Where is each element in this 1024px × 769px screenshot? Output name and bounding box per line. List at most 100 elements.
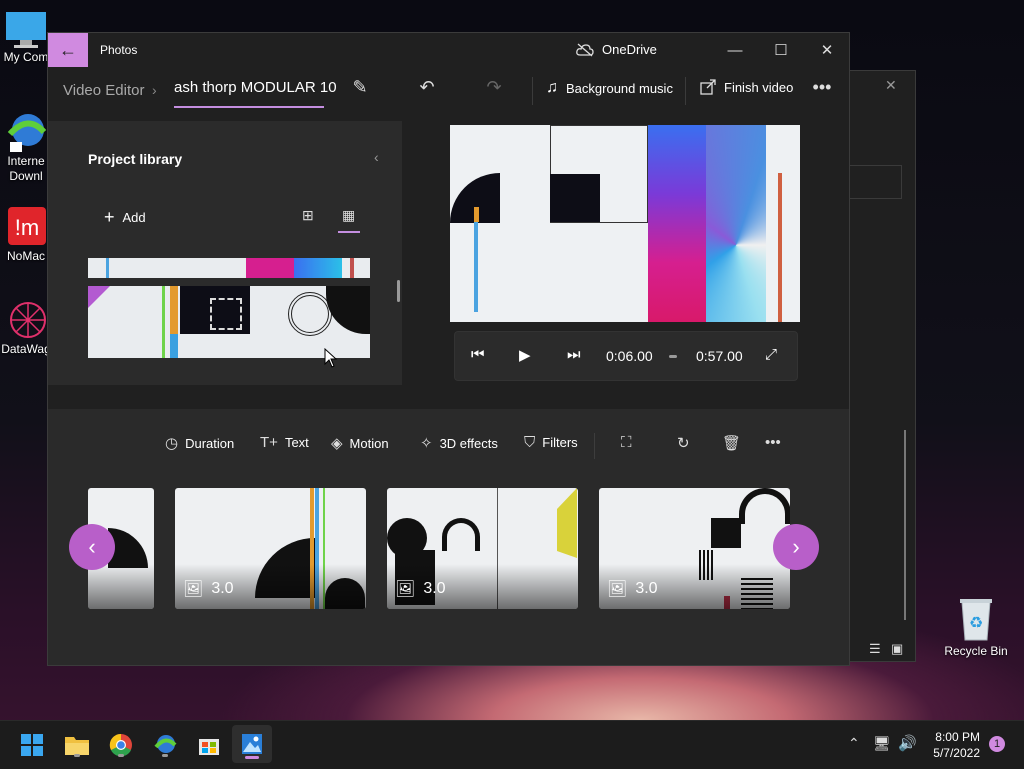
cloud-off-icon [576, 43, 594, 56]
back-button[interactable]: ← [48, 33, 88, 67]
image-icon: 🖼 [183, 581, 204, 598]
background-music-button[interactable]: ♫ Background music [546, 79, 673, 97]
running-indicator [118, 754, 124, 757]
window-scrollbar[interactable] [904, 430, 906, 620]
project-name-field[interactable]: ash thorp MODULAR 10 [174, 79, 337, 96]
storyboard-clip[interactable]: 🖼 3.0 [175, 488, 366, 609]
redo-icon: ↷ [486, 77, 502, 97]
onedrive-status[interactable]: OneDrive [576, 42, 657, 57]
taskbar-chrome[interactable] [105, 729, 137, 761]
delete-button[interactable]: 🗑 [722, 434, 741, 452]
add-button[interactable]: + Add [104, 207, 146, 228]
taskbar-microsoft-store[interactable] [193, 729, 225, 761]
motion-label: Motion [349, 435, 389, 451]
clip-duration: 🖼 3.0 [183, 579, 234, 599]
minimize-icon: — [727, 41, 743, 59]
arrow-left-icon: ← [59, 39, 77, 60]
clock-time: 8:00 PM [935, 730, 980, 744]
project-library-title: Project library [88, 151, 183, 167]
library-thumbnail[interactable] [88, 258, 370, 278]
rotate-button[interactable]: ↻ [677, 434, 690, 452]
minimize-button[interactable]: — [712, 33, 758, 67]
start-button[interactable] [16, 729, 48, 761]
play-button[interactable]: ▶ [519, 346, 531, 364]
system-clock[interactable]: 8:00 PM 5/7/2022 [924, 729, 980, 761]
more-options-button[interactable]: ••• [807, 77, 837, 98]
running-indicator [74, 754, 80, 757]
notification-badge[interactable]: 1 [989, 736, 1005, 752]
total-time: 0:57.00 [696, 348, 743, 364]
desktop-icon-internet-download[interactable]: Interne Downl [0, 110, 52, 184]
clip-duration-label: 3.0 [211, 580, 234, 597]
clip-duration-label: 3.0 [423, 580, 446, 597]
scroll-left-button[interactable]: ‹ [69, 524, 115, 570]
toolbar-divider [685, 77, 686, 105]
previous-frame-button[interactable]: ⏮ [471, 346, 485, 363]
taskbar-internet-download-manager[interactable] [149, 729, 181, 761]
network-icon[interactable]: 🖥 [873, 735, 891, 752]
show-hidden-icons-button[interactable]: ⌃ [848, 735, 860, 752]
scroll-right-button[interactable]: › [773, 524, 819, 570]
3d-effects-button[interactable]: ✧ 3D effects [420, 434, 498, 452]
large-grid-view-icon[interactable]: ⊞ [302, 207, 314, 224]
finish-video-label: Finish video [724, 79, 794, 95]
filters-label: Filters [542, 435, 578, 450]
finish-video-button[interactable]: Finish video [700, 79, 793, 95]
undo-icon: ↶ [419, 77, 435, 97]
close-icon[interactable]: ✕ [885, 77, 897, 94]
chevron-left-icon: ‹ [374, 149, 379, 165]
next-frame-button[interactable]: ⏭ [567, 346, 581, 363]
resize-button[interactable]: ⛶ [621, 434, 632, 451]
text-button[interactable]: T+ Text [260, 434, 309, 451]
seek-slider[interactable] [669, 355, 677, 358]
breadcrumb-video-editor[interactable]: Video Editor [63, 82, 144, 99]
music-note-icon: ♫ [546, 79, 558, 96]
taskbar-file-explorer[interactable] [61, 729, 93, 761]
text-label: Text [284, 435, 309, 450]
video-preview[interactable] [450, 125, 800, 322]
expand-icon: ⤢ [765, 346, 778, 363]
background-music-label: Background music [566, 80, 673, 96]
more-icon: ••• [812, 77, 832, 97]
chevron-right-icon: › [152, 82, 157, 98]
small-grid-view-icon[interactable]: ▦ [342, 207, 355, 224]
3d-effects-label: 3D effects [439, 435, 498, 451]
storyboard-clip[interactable]: 🖼 3.0 [599, 488, 790, 609]
undo-button[interactable]: ↶ [412, 77, 442, 98]
chevron-right-icon: › [792, 534, 800, 559]
clock-icon: ◷ [165, 435, 179, 452]
desktop-icon-label: My Com [3, 50, 49, 64]
rotate-icon: ↻ [677, 435, 690, 452]
library-scrollbar[interactable] [397, 280, 400, 302]
folder-icon [65, 737, 89, 755]
onedrive-label: OneDrive [602, 42, 657, 57]
crop-icon: ⛶ [621, 434, 632, 451]
more-options-button[interactable]: ••• [765, 434, 781, 451]
clip-duration: 🖼 3.0 [395, 579, 446, 599]
redo-button[interactable]: ↷ [479, 77, 509, 98]
view-list-icon[interactable]: ☰ [869, 641, 881, 657]
close-icon: ✕ [820, 42, 834, 59]
duration-button[interactable]: ◷ Duration [165, 434, 234, 452]
maximize-button[interactable]: ☐ [758, 33, 804, 67]
close-button[interactable]: ✕ [804, 33, 849, 67]
desktop-icon-datawag[interactable]: DataWag [0, 298, 52, 356]
mouse-cursor-icon [324, 348, 338, 368]
text-icon: T+ [260, 434, 278, 451]
motion-button[interactable]: ◈ Motion [331, 434, 389, 452]
desktop-icon-nomacs[interactable]: !m NoMac [0, 205, 52, 263]
play-icon: ▶ [519, 347, 531, 364]
desktop-icon-recycle-bin[interactable]: ♻ Recycle Bin [940, 596, 1012, 660]
running-indicator [245, 756, 259, 759]
volume-icon[interactable]: 🔊 [898, 734, 917, 752]
collapse-library-button[interactable]: ‹ [374, 149, 379, 165]
desktop-icon-label: NoMac [6, 249, 45, 263]
filters-button[interactable]: ⛉ Filters [524, 434, 578, 451]
desktop-icon-my-computer[interactable]: My Com [0, 10, 52, 64]
store-icon [199, 739, 219, 755]
view-grid-icon[interactable]: ▣ [891, 641, 903, 657]
fullscreen-button[interactable]: ⤢ [765, 346, 777, 363]
rename-button[interactable]: ✎ [345, 77, 375, 98]
taskbar-photos[interactable] [232, 725, 272, 763]
storyboard-clip[interactable]: 🖼 3.0 [387, 488, 578, 609]
